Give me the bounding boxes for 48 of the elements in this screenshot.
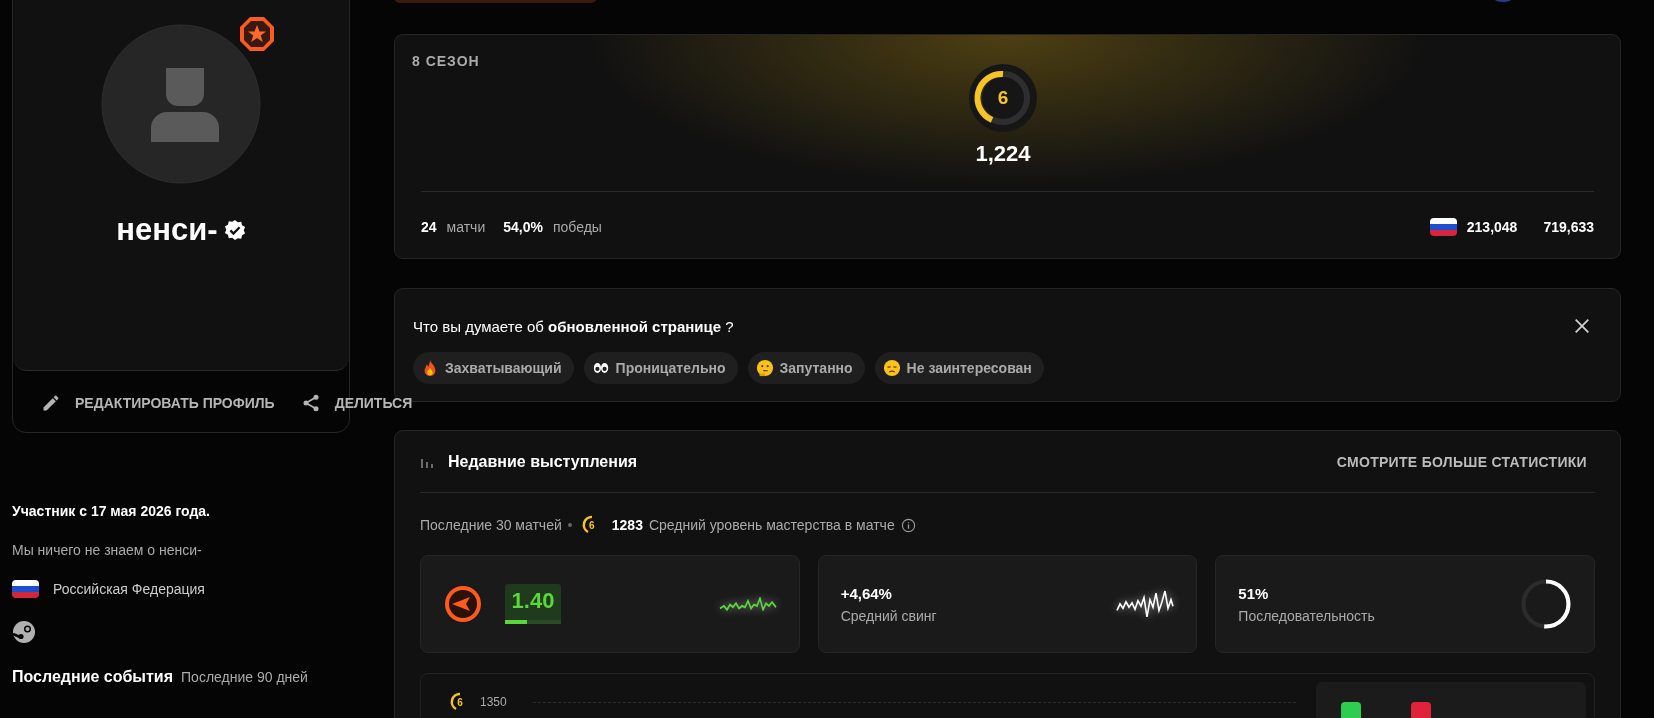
sparkline-drawing bbox=[718, 597, 777, 611]
pencil-icon bbox=[41, 393, 61, 413]
world-rank: 719,633 bbox=[1543, 219, 1594, 235]
thinking-face-icon bbox=[755, 359, 774, 377]
player-nickname: ненси- bbox=[116, 212, 218, 248]
recent-events-title: Последние события bbox=[12, 668, 174, 686]
elo-value: 1,224 bbox=[975, 141, 1031, 167]
steam-icon[interactable] bbox=[12, 620, 36, 644]
bio-text: Мы ничего не знаем о ненси- bbox=[12, 542, 203, 558]
win-marker bbox=[1341, 702, 1361, 718]
country-name: Российская Федерация bbox=[53, 581, 205, 597]
reaction-chip[interactable]: Захватывающий bbox=[413, 352, 574, 384]
stat-value: 51% bbox=[1238, 584, 1270, 602]
feedback-question: Что вы думаете об обновленной странице ? bbox=[413, 317, 734, 335]
kd-ratio-value: 1.40 bbox=[505, 584, 561, 624]
sad-face-icon bbox=[882, 359, 901, 377]
matches-label: матчи bbox=[446, 219, 486, 235]
average-elo: 1283 bbox=[611, 517, 643, 533]
matches-count: 24 bbox=[421, 219, 437, 235]
section-title: Недавние выступления bbox=[448, 452, 638, 471]
reaction-chip[interactable]: Не заинтересован bbox=[874, 352, 1044, 384]
skill-level-gauge: 6 bbox=[968, 63, 1038, 133]
season-title: 8 СЕЗОН bbox=[412, 53, 481, 69]
average-elo-label: Средний уровень мастерства в матче bbox=[648, 517, 895, 533]
recent-events-period: Последние 90 дней bbox=[181, 669, 308, 685]
russia-flag-icon bbox=[1429, 218, 1457, 236]
separator-dot bbox=[567, 523, 572, 527]
star-badge-icon bbox=[239, 16, 275, 52]
member-since-text: Участник с 17 мая 2026 года. bbox=[12, 503, 211, 519]
consistency-ring bbox=[1520, 578, 1572, 630]
edit-profile-button[interactable]: РЕДАКТИРОВАТЬ ПРОФИЛЬ bbox=[39, 389, 277, 417]
info-icon[interactable] bbox=[900, 517, 916, 533]
sparkline-drawing bbox=[1116, 590, 1175, 618]
winrate-value: 54,0% bbox=[503, 219, 543, 235]
stat-value: +4,64% bbox=[840, 584, 893, 602]
winrate-label: победы bbox=[552, 219, 602, 235]
loss-marker bbox=[1411, 702, 1431, 718]
stat-label: Последовательность bbox=[1238, 607, 1375, 624]
avatar-silhouette-icon bbox=[101, 24, 261, 184]
reaction-chip[interactable]: Запутанно bbox=[747, 352, 865, 384]
close-icon[interactable] bbox=[1573, 317, 1591, 335]
summary-text: Последние 30 матчей bbox=[420, 517, 562, 533]
stat-label: Средний свинг bbox=[840, 607, 937, 624]
axis-tick-label: 1350 bbox=[480, 695, 507, 709]
more-stats-link[interactable]: СМОТРИТЕ БОЛЬШЕ СТАТИСТИКИ bbox=[1336, 453, 1587, 470]
reaction-chip[interactable]: Проницательно bbox=[583, 352, 738, 384]
country-rank: 213,048 bbox=[1466, 219, 1518, 235]
russia-flag-icon bbox=[12, 580, 39, 598]
